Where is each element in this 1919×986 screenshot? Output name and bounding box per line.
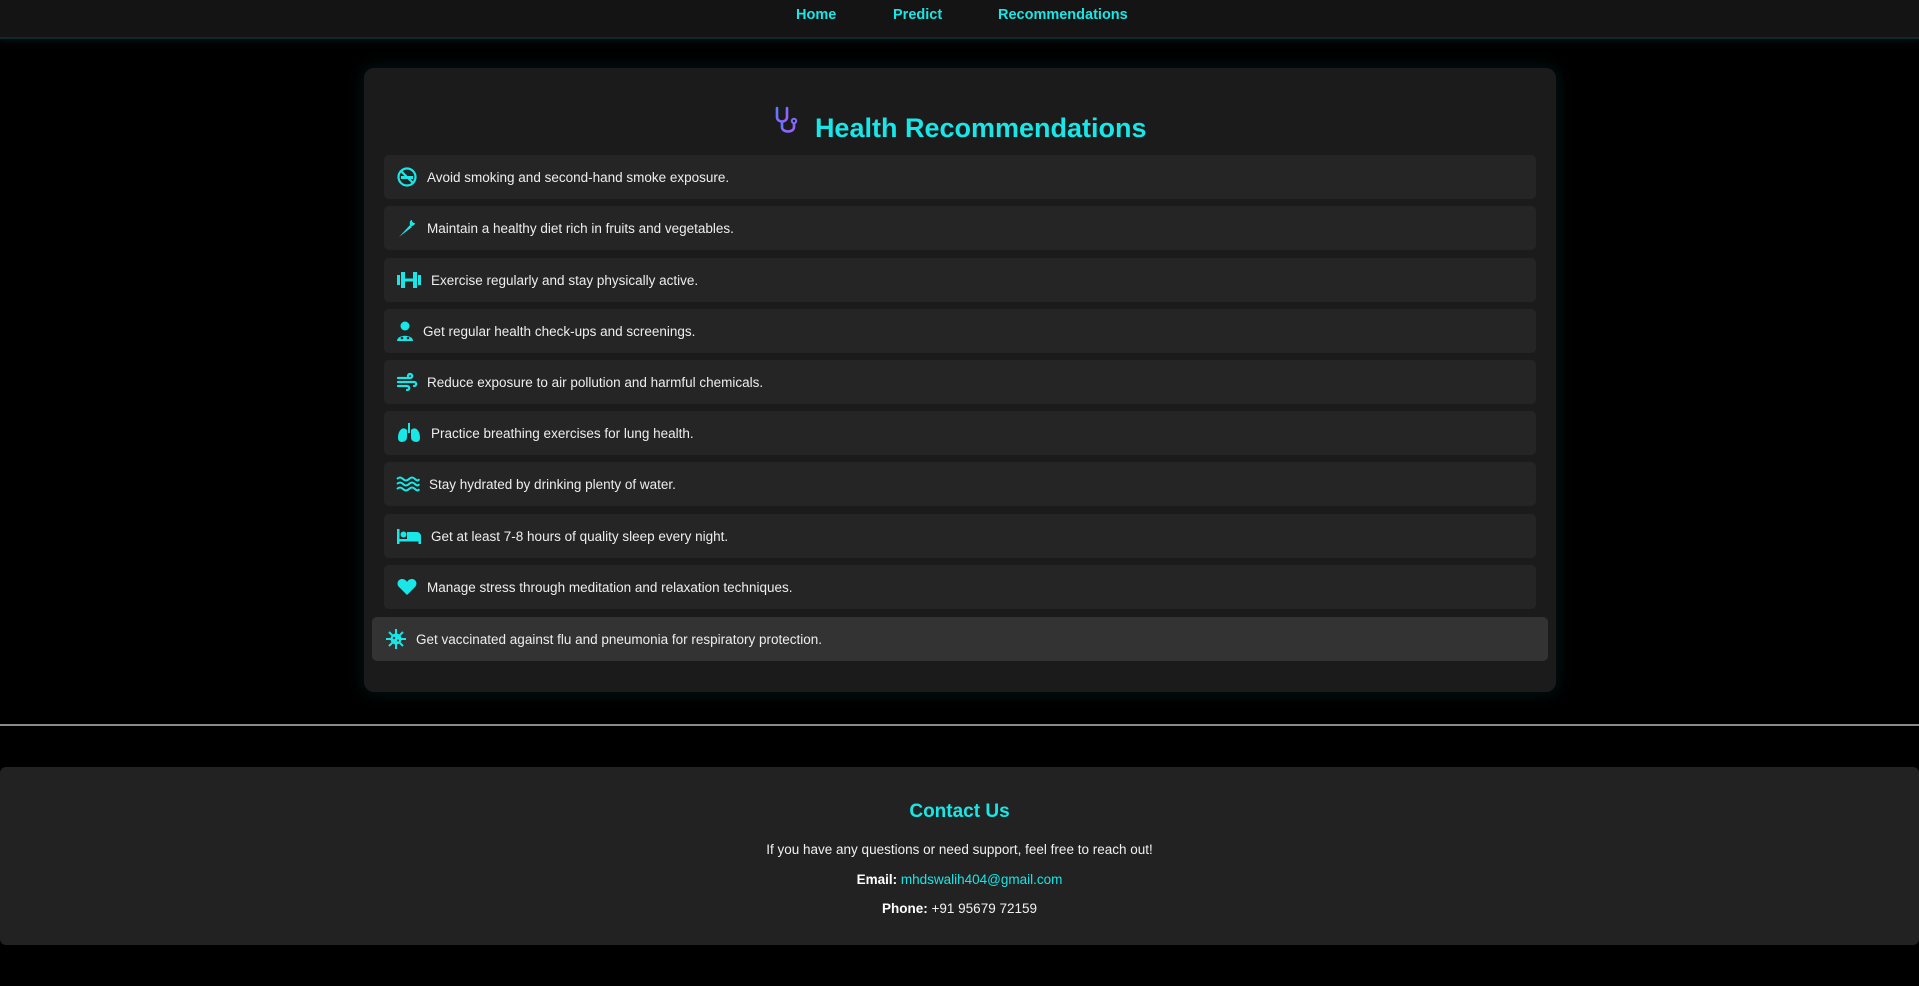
doctor-icon <box>395 319 415 343</box>
recommendation-text: Stay hydrated by drinking plenty of wate… <box>429 476 676 492</box>
recommendation-item[interactable]: Get vaccinated against flu and pneumonia… <box>372 617 1548 661</box>
stethoscope-icon <box>772 105 802 151</box>
recommendation-text: Practice breathing exercises for lung he… <box>431 425 694 441</box>
contact-email-row: Email: mhdswalih404@gmail.com <box>0 872 1919 887</box>
contact-footer: Contact Us If you have any questions or … <box>0 767 1919 945</box>
recommendation-item[interactable]: Get at least 7-8 hours of quality sleep … <box>384 514 1536 558</box>
recommendation-item[interactable]: Practice breathing exercises for lung he… <box>384 411 1536 455</box>
phone-number: +91 95679 72159 <box>931 901 1037 916</box>
recommendation-item[interactable]: Exercise regularly and stay physically a… <box>384 258 1536 302</box>
nav-home-link[interactable]: Home <box>796 7 836 23</box>
recommendation-text: Avoid smoking and second-hand smoke expo… <box>427 169 730 185</box>
recommendation-text: Get vaccinated against flu and pneumonia… <box>416 631 822 647</box>
water-icon <box>395 472 421 496</box>
lungs-icon <box>395 421 423 445</box>
recommendation-text: Maintain a healthy diet rich in fruits a… <box>427 220 734 236</box>
recommendation-text: Exercise regularly and stay physically a… <box>431 272 699 288</box>
no-smoking-icon <box>395 165 419 189</box>
recommendation-item[interactable]: Reduce exposure to air pollution and har… <box>384 360 1536 404</box>
email-label: Email: <box>856 872 898 887</box>
carrot-icon <box>395 216 419 240</box>
nav-predict-link[interactable]: Predict <box>893 7 942 23</box>
heart-icon <box>395 575 419 599</box>
bed-icon <box>395 524 423 548</box>
virus-icon <box>384 627 408 651</box>
recommendation-text: Reduce exposure to air pollution and har… <box>427 374 764 390</box>
recommendation-item[interactable]: Avoid smoking and second-hand smoke expo… <box>384 155 1536 199</box>
wind-icon <box>395 370 419 394</box>
recommendation-item[interactable]: Manage stress through meditation and rel… <box>384 565 1536 609</box>
contact-phone-row: Phone: +91 95679 72159 <box>0 901 1919 916</box>
contact-title: Contact Us <box>909 801 1010 822</box>
recommendation-item[interactable]: Maintain a healthy diet rich in fruits a… <box>384 206 1536 250</box>
top-navbar: Home Predict Recommendations <box>0 0 1919 39</box>
footer-divider <box>0 724 1919 726</box>
email-link[interactable]: mhdswalih404@gmail.com <box>901 872 1063 887</box>
recommendation-text: Get regular health check-ups and screeni… <box>423 323 696 339</box>
recommendation-text: Manage stress through meditation and rel… <box>427 579 793 595</box>
recommendation-item[interactable]: Stay hydrated by drinking plenty of wate… <box>384 462 1536 506</box>
dumbbell-icon <box>395 268 423 292</box>
nav-recommendations-link[interactable]: Recommendations <box>998 7 1128 23</box>
recommendation-text: Get at least 7-8 hours of quality sleep … <box>431 528 729 544</box>
contact-message: If you have any questions or need suppor… <box>766 842 1153 857</box>
phone-label: Phone: <box>882 901 928 916</box>
page-title: Health Recommendations <box>814 113 1147 143</box>
page-header: Health Recommendations <box>0 105 1919 145</box>
recommendation-item[interactable]: Get regular health check-ups and screeni… <box>384 309 1536 353</box>
